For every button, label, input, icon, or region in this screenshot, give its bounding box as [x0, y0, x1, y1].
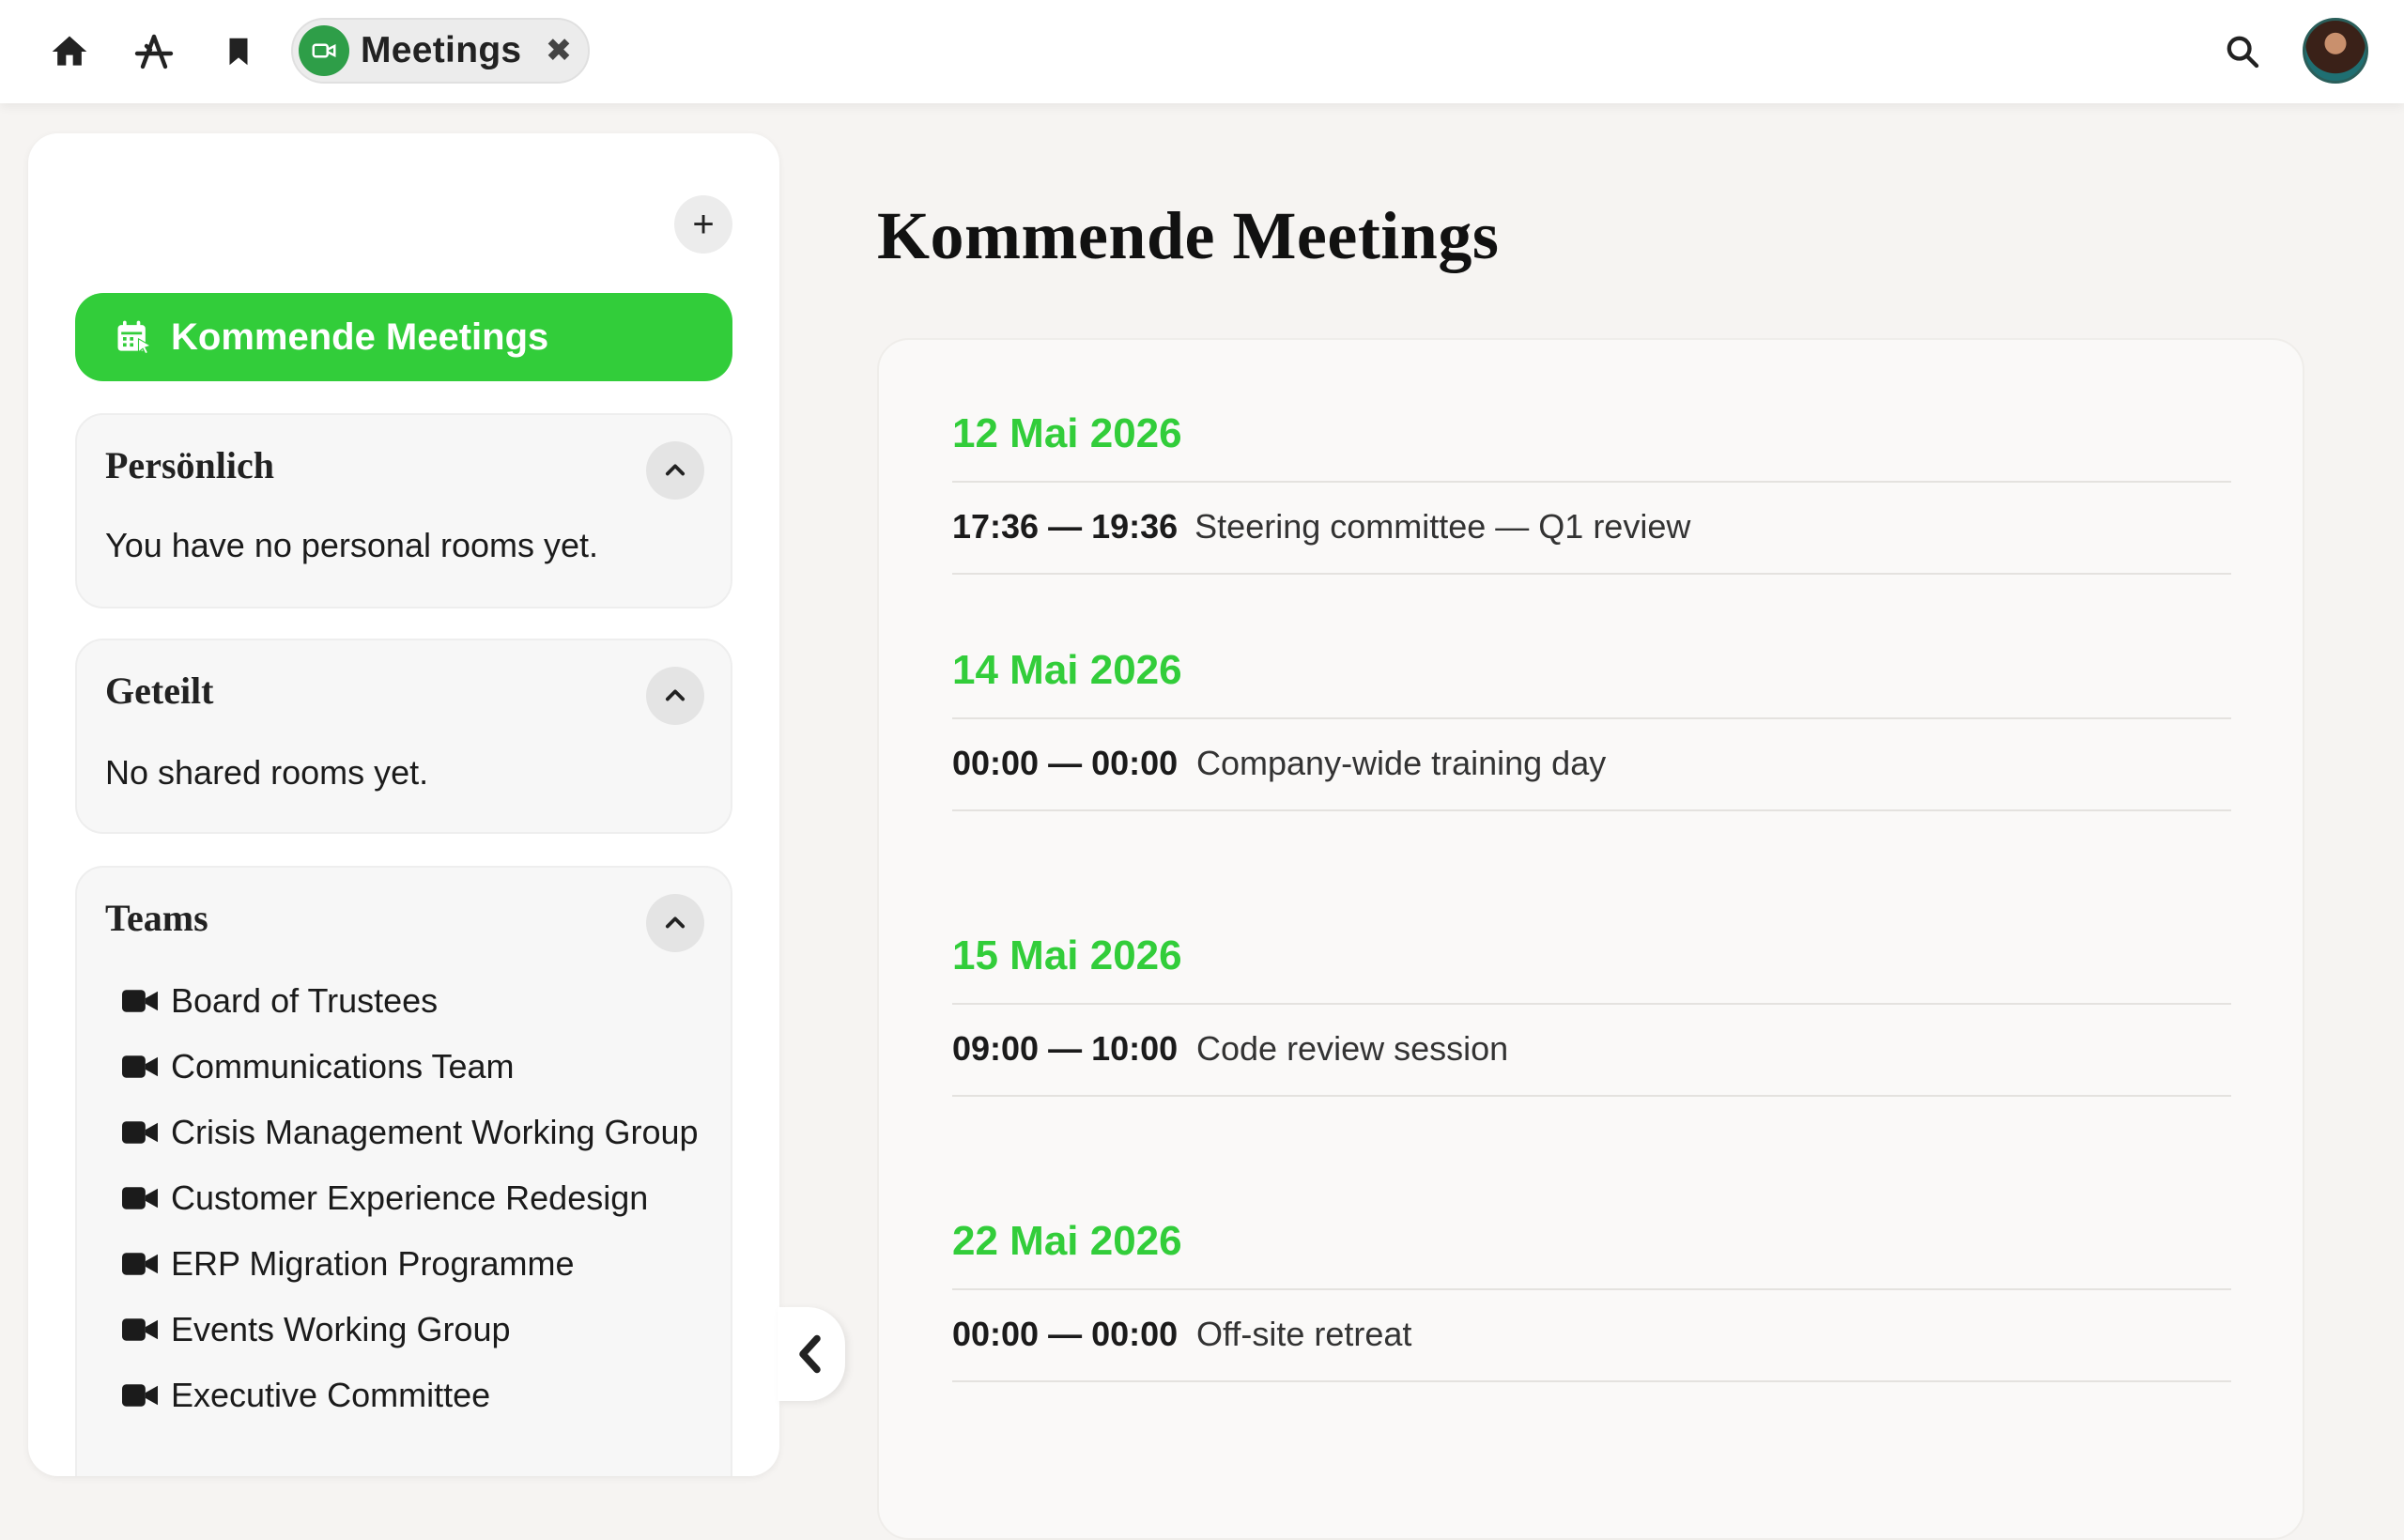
calendar-icon: [117, 320, 152, 355]
video-camera-icon: [122, 1110, 160, 1155]
apps-icon[interactable]: [128, 25, 180, 78]
video-camera-icon: [122, 1307, 160, 1352]
meeting-row[interactable]: 17:36 — 19:36 Steering committee — Q1 re…: [952, 483, 2231, 575]
meeting-row[interactable]: 00:00 — 00:00 Off-site retreat: [952, 1290, 2231, 1382]
meeting-row[interactable]: 00:00 — 00:00 Company-wide training day: [952, 719, 2231, 811]
meeting-title[interactable]: Steering committee — Q1 review: [1194, 501, 1690, 552]
team-item[interactable]: Executive Committee: [122, 1373, 704, 1418]
team-item[interactable]: Customer Experience Redesign: [122, 1176, 704, 1221]
day-heading: 12 Mai 2026: [952, 406, 2231, 483]
team-label: Crisis Management Working Group: [171, 1113, 699, 1151]
meeting-time: 00:00 — 00:00: [952, 744, 1179, 782]
search-icon[interactable]: [2216, 25, 2269, 78]
team-item[interactable]: Crisis Management Working Group: [122, 1110, 704, 1155]
team-item[interactable]: ERP Migration Programme: [122, 1241, 704, 1286]
team-label: Customer Experience Redesign: [171, 1178, 649, 1217]
section-shared: Geteilt No shared rooms yet.: [75, 639, 732, 834]
collapse-sidebar-button[interactable]: [778, 1307, 845, 1401]
empty-state-text: You have no personal rooms yet.: [105, 526, 599, 564]
home-icon[interactable]: [43, 25, 96, 78]
video-camera-icon: [299, 25, 349, 76]
meeting-time: 17:36 — 19:36: [952, 507, 1179, 546]
meeting-row[interactable]: 09:00 — 10:00 Code review session: [952, 1005, 2231, 1097]
team-item[interactable]: Events Working Group: [122, 1307, 704, 1352]
day-group: 14 Mai 2026 00:00 — 00:00 Company-wide t…: [952, 642, 2231, 811]
bookmark-icon[interactable]: [212, 25, 265, 78]
section-title: Teams: [105, 897, 208, 939]
sidebar-item-upcoming-meetings[interactable]: Kommende Meetings: [75, 293, 732, 381]
user-avatar[interactable]: [2303, 18, 2368, 84]
day-group: 15 Mai 2026 09:00 — 10:00 Code review se…: [952, 928, 2231, 1097]
section-title: Geteilt: [105, 670, 214, 712]
team-label: Events Working Group: [171, 1310, 511, 1348]
upcoming-meetings-card: 12 Mai 2026 17:36 — 19:36 Steering commi…: [877, 338, 2304, 1540]
video-camera-icon: [122, 978, 160, 1024]
meeting-title[interactable]: Code review session: [1196, 1024, 1508, 1074]
chevron-up-icon[interactable]: [646, 894, 704, 952]
meeting-title[interactable]: Company-wide training day: [1196, 738, 1606, 789]
section-title: Persönlich: [105, 444, 274, 486]
chevron-up-icon[interactable]: [646, 441, 704, 500]
team-label: Executive Committee: [171, 1376, 491, 1414]
top-navigation-bar: Meetings ✖: [0, 0, 2404, 103]
chevron-up-icon[interactable]: [646, 667, 704, 725]
meeting-time: 00:00 — 00:00: [952, 1315, 1179, 1353]
team-label: Board of Trustees: [171, 981, 439, 1020]
add-room-button[interactable]: +: [674, 195, 732, 254]
video-camera-icon: [122, 1241, 160, 1286]
page-title: Kommende Meetings: [877, 198, 1500, 273]
video-camera-icon: [122, 1176, 160, 1221]
day-heading: 22 Mai 2026: [952, 1213, 2231, 1290]
day-heading: 15 Mai 2026: [952, 928, 2231, 1005]
app-tab-label: Meetings: [361, 30, 522, 70]
empty-state-text: No shared rooms yet.: [105, 753, 429, 792]
meeting-title[interactable]: Off-site retreat: [1196, 1309, 1411, 1360]
section-personal: Persönlich You have no personal rooms ye…: [75, 413, 732, 608]
team-list: Board of Trustees Communications Team Cr…: [122, 978, 704, 1439]
close-icon[interactable]: ✖: [543, 33, 575, 69]
day-group: 12 Mai 2026 17:36 — 19:36 Steering commi…: [952, 406, 2231, 575]
team-label: ERP Migration Programme: [171, 1244, 575, 1283]
day-heading: 14 Mai 2026: [952, 642, 2231, 719]
section-teams: Teams Board of Trustees Communications T…: [75, 866, 732, 1476]
team-label: Communications Team: [171, 1047, 515, 1086]
sidebar: + Kommende Meetings Persönlich You have …: [28, 133, 779, 1476]
chevron-left-icon: [799, 1334, 821, 1374]
video-camera-icon: [122, 1044, 160, 1089]
team-item[interactable]: Communications Team: [122, 1044, 704, 1089]
day-group: 22 Mai 2026 00:00 — 00:00 Off-site retre…: [952, 1213, 2231, 1382]
video-camera-icon: [122, 1373, 160, 1418]
team-item[interactable]: Board of Trustees: [122, 978, 704, 1024]
app-tab-meetings[interactable]: Meetings ✖: [291, 18, 590, 84]
meeting-time: 09:00 — 10:00: [952, 1029, 1179, 1068]
sidebar-item-label: Kommende Meetings: [171, 316, 549, 358]
